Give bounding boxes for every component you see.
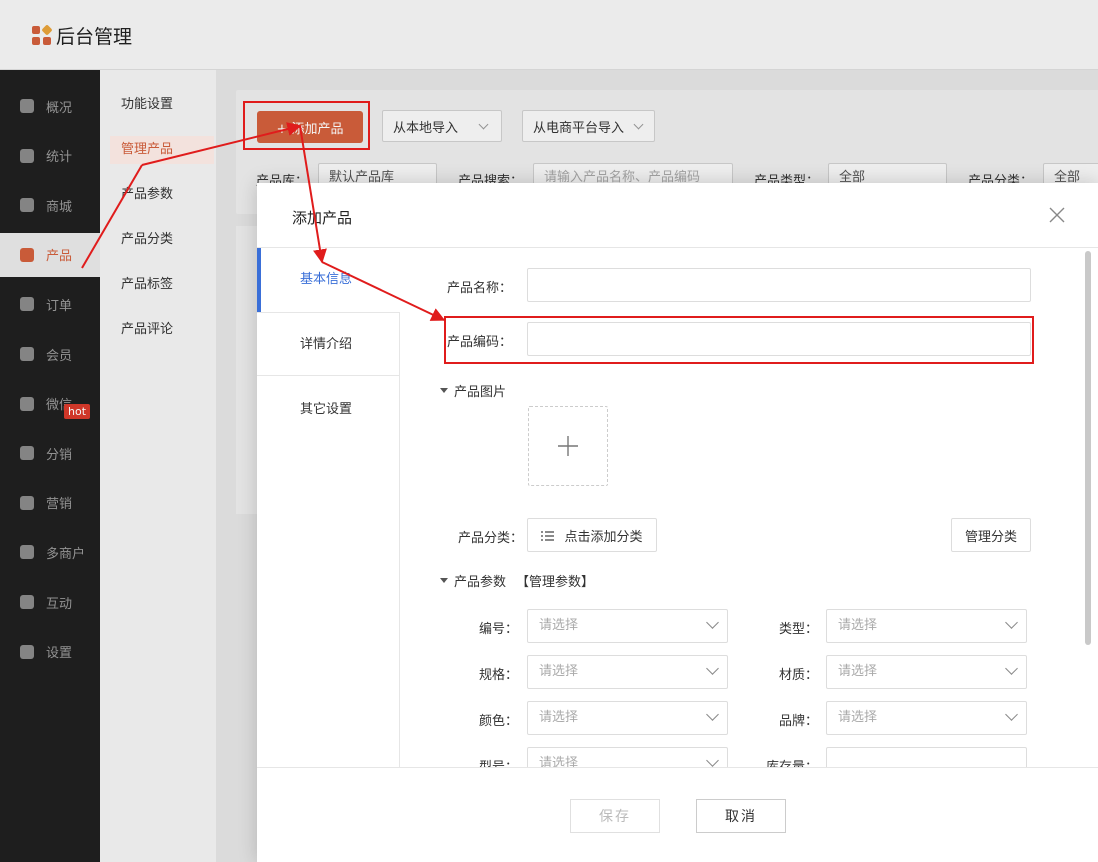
arrow-product-to-manage — [81, 164, 143, 269]
arrow-tab-to-code — [321, 261, 446, 321]
arrow-add-to-tab — [299, 125, 327, 264]
annotation-arrows — [81, 122, 446, 321]
arrow-manage-to-add — [141, 122, 302, 166]
